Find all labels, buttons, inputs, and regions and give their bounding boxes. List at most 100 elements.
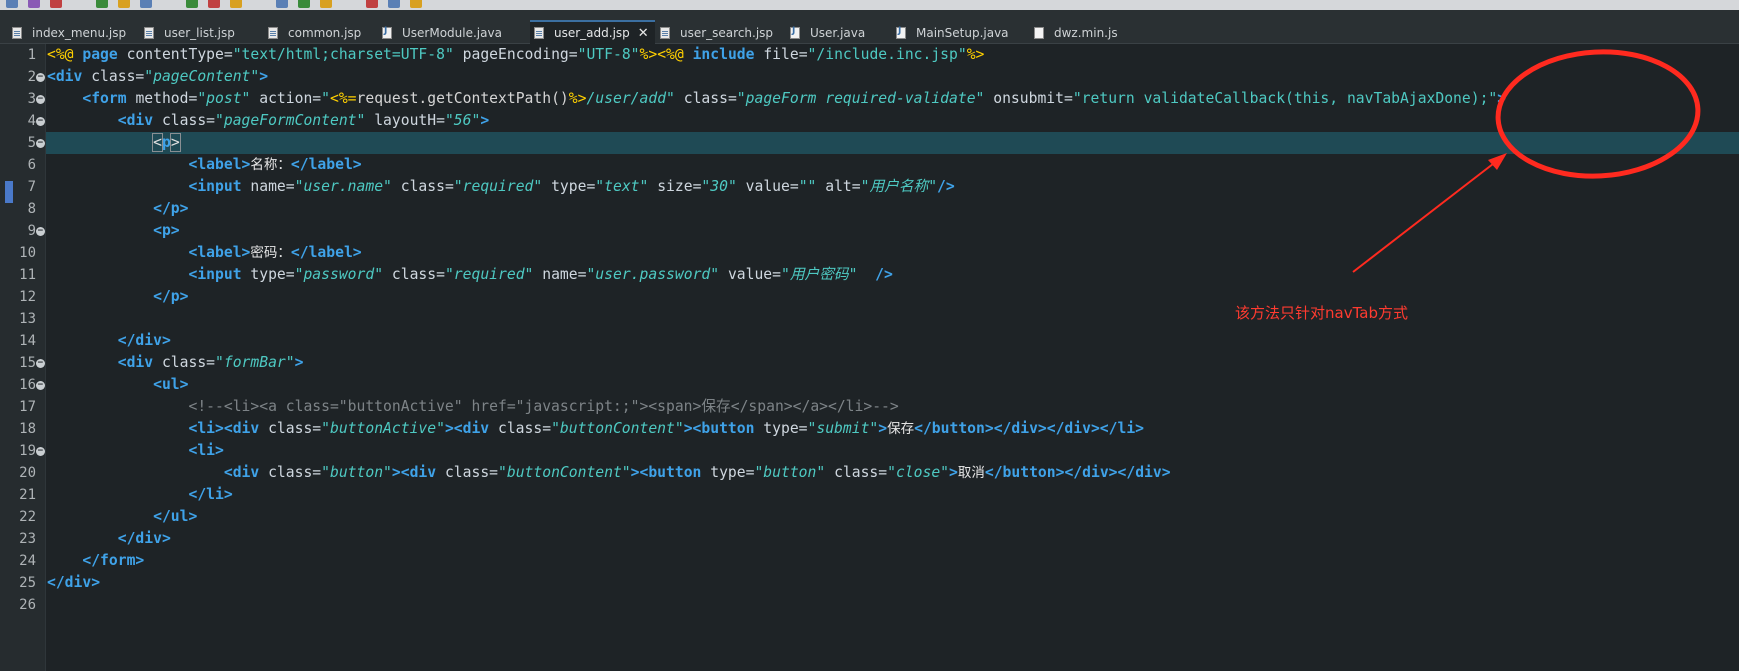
code-token: <li><div: [188, 420, 269, 437]
code-line[interactable]: </div>: [47, 330, 171, 352]
code-line[interactable]: </div>: [47, 528, 171, 550]
code-token: contentType=: [126, 46, 233, 63]
code-token: ><button: [683, 420, 764, 437]
toolbar-button-icon[interactable]: [298, 0, 310, 8]
editor-tab[interactable]: UserModule.java: [378, 22, 502, 44]
code-token: <%=: [330, 90, 357, 107]
text-caret: [179, 135, 181, 151]
code-line[interactable]: <input type="password" class="required" …: [47, 264, 892, 286]
line-number: 11: [19, 267, 36, 283]
fold-toggle-icon[interactable]: −: [36, 139, 45, 148]
code-token: "buttonActive": [321, 420, 445, 437]
editor-tab-bar: index_menu.jsp user_list.jsp common.jsp Use…: [0, 10, 1739, 44]
editor-tab[interactable]: dwz.min.js: [1030, 22, 1118, 44]
code-line[interactable]: <p>: [47, 132, 181, 154]
toolbar-button-icon[interactable]: [140, 0, 152, 8]
code-editor[interactable]: <%@ page contentType="text/html;charset=…: [46, 44, 1739, 671]
code-token: class=: [683, 90, 737, 107]
code-token: %>: [966, 46, 985, 63]
toolbar-button-icon[interactable]: [366, 0, 378, 8]
code-token: >: [169, 133, 181, 152]
code-token: value=: [727, 266, 781, 283]
code-line[interactable]: <label>名称：</label>: [47, 154, 361, 176]
code-line[interactable]: <div class="formBar">: [47, 352, 304, 374]
code-line[interactable]: <!--<li><a class="buttonActive" href="ja…: [47, 396, 899, 418]
code-line[interactable]: <div class="button"><div class="buttonCo…: [47, 462, 1171, 484]
code-token: type=: [250, 266, 295, 283]
code-token: size=: [657, 178, 702, 195]
editor-tab[interactable]: User.java: [786, 22, 865, 44]
code-token: <form: [82, 90, 136, 107]
toolbar-button-icon[interactable]: [276, 0, 288, 8]
code-line[interactable]: <div class="pageContent">: [47, 66, 268, 88]
code-token: class=: [161, 354, 216, 371]
code-line[interactable]: </div>: [47, 572, 100, 594]
fold-toggle-icon[interactable]: −: [36, 447, 45, 456]
code-line[interactable]: </p>: [47, 198, 188, 220]
code-line[interactable]: <li>: [47, 440, 223, 462]
fold-toggle-icon[interactable]: −: [36, 95, 45, 104]
toolbar-button-icon[interactable]: [50, 0, 62, 8]
code-token: "post": [197, 90, 260, 107]
editor-tab[interactable]: common.jsp: [264, 22, 361, 44]
fold-toggle-icon[interactable]: −: [36, 359, 45, 368]
code-token: <!--<li><a class="buttonActive" href="ja…: [188, 398, 899, 415]
fold-toggle-icon[interactable]: −: [36, 73, 45, 82]
toolbar-button-icon[interactable]: [6, 0, 18, 8]
editor-tab[interactable]: user_list.jsp: [140, 22, 235, 44]
fold-toggle-icon[interactable]: −: [36, 117, 45, 126]
line-number: 9: [27, 223, 36, 239]
code-token: </label>: [290, 244, 362, 261]
fold-toggle-icon[interactable]: −: [36, 227, 45, 236]
toolbar-button-icon[interactable]: [388, 0, 400, 8]
code-line[interactable]: </p>: [47, 286, 188, 308]
close-tab-icon[interactable]: ✕: [638, 26, 649, 41]
code-token: <label: [188, 244, 242, 261]
toolbar-button-icon[interactable]: [410, 0, 422, 8]
code-line[interactable]: <label>密码：</label>: [47, 242, 362, 264]
editor-tab[interactable]: MainSetup.java: [892, 22, 1009, 44]
code-token: value=: [745, 178, 799, 195]
code-token: name=: [542, 266, 587, 283]
code-line[interactable]: <input name="user.name" class="required"…: [47, 176, 954, 198]
code-line[interactable]: <p>: [47, 220, 180, 242]
editor-tab[interactable]: index_menu.jsp: [8, 22, 126, 44]
code-line[interactable]: </ul>: [47, 506, 197, 528]
code-token: "用户密码": [781, 266, 876, 283]
line-number-gutter: 1 2−3−4−5−6 7 8 9−10 11 12 13 14 15−16−17 18 19−20 2…: [0, 44, 46, 671]
code-line[interactable]: <form method="post" action="<%=request.g…: [47, 88, 1506, 110]
toolbar-button-icon[interactable]: [230, 0, 242, 8]
toolbar-button-icon[interactable]: [208, 0, 220, 8]
fold-toggle-icon[interactable]: −: [36, 381, 45, 390]
toolbar-button-icon[interactable]: [118, 0, 130, 8]
code-token: p: [161, 134, 171, 151]
code-line[interactable]: <%@ page contentType="text/html;charset=…: [47, 44, 984, 66]
toolbar-button-icon[interactable]: [96, 0, 108, 8]
toolbar-button-icon[interactable]: [28, 0, 40, 8]
editor-tab[interactable]: user_search.jsp: [656, 22, 773, 44]
code-line[interactable]: <div class="pageFormContent" layoutH="56…: [47, 110, 489, 132]
line-number: 6: [27, 157, 36, 173]
editor-tab[interactable]: user_add.jsp ✕: [530, 20, 655, 44]
line-number: 23: [19, 531, 36, 547]
code-token: action=: [259, 90, 322, 107]
toolbar-button-icon[interactable]: [320, 0, 332, 8]
editor-tab-label: user_add.jsp: [554, 26, 630, 40]
code-token: <%@: [47, 46, 83, 63]
line-number: 25: [19, 575, 36, 591]
code-line[interactable]: </form>: [47, 550, 144, 572]
code-line[interactable]: </li>: [47, 484, 232, 506]
code-line[interactable]: <li><div class="buttonActive"><div class…: [47, 418, 1144, 440]
code-token: class=: [391, 266, 445, 283]
jsp-file-icon: [144, 27, 154, 39]
toolbar-button-icon[interactable]: [186, 0, 198, 8]
line-number: 2: [27, 69, 36, 85]
code-line[interactable]: <ul>: [47, 374, 188, 396]
code-token: <div: [47, 68, 92, 85]
